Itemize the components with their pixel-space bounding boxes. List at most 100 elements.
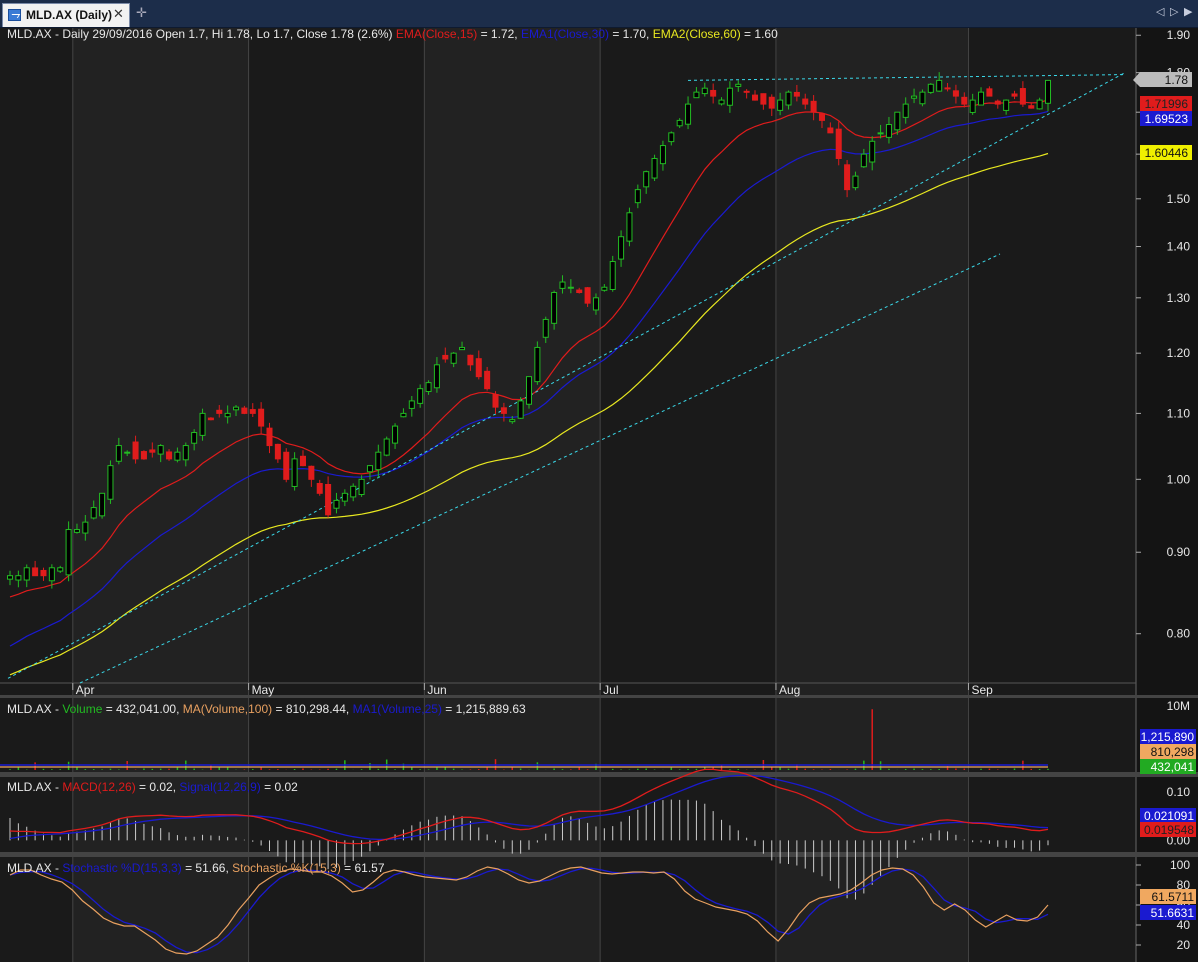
candle-up <box>894 111 901 131</box>
candle-down <box>710 89 717 97</box>
volume-tag-label: 810,298 <box>1151 745 1195 759</box>
price-tag-label: 1.60446 <box>1145 146 1189 160</box>
candle-up <box>107 465 114 500</box>
candle-down <box>241 407 248 414</box>
candle-up <box>233 406 240 411</box>
y-tick-label: 1.20 <box>1167 346 1191 360</box>
candle-up <box>676 119 683 127</box>
y-tick-label: 1.90 <box>1167 28 1191 42</box>
x-tick-label: May <box>252 683 275 697</box>
scroll-left-icon[interactable]: ◁ <box>1156 5 1164 18</box>
candle-up <box>509 419 516 423</box>
candle-down <box>166 451 173 460</box>
legend-value: = 1.72, <box>477 28 521 41</box>
legend-value: = 810,298.44, <box>272 702 352 716</box>
pane-separator <box>0 852 1198 857</box>
legend-value: = 61.57 <box>341 861 385 875</box>
candle-up <box>609 261 616 290</box>
y-tick-label: 1.30 <box>1167 291 1191 305</box>
candle-up <box>969 99 976 113</box>
candle-up <box>685 103 692 125</box>
scroll-right-icon[interactable]: ▶ <box>1184 5 1192 18</box>
candle-up <box>358 478 365 496</box>
volume-tag-label: 432,041 <box>1151 760 1195 774</box>
candle-up <box>936 79 943 92</box>
candle-down <box>584 287 591 304</box>
candle-up <box>869 140 876 163</box>
y-tick-label: 100 <box>1170 858 1190 872</box>
candle-up <box>726 87 733 106</box>
candle-up <box>425 382 432 393</box>
x-tick-label: Sep <box>971 683 993 697</box>
candle-up <box>408 400 415 409</box>
candle-down <box>140 451 147 460</box>
axis-bg-0 <box>1136 28 1198 695</box>
candle-down <box>810 100 817 113</box>
candle-up <box>115 445 122 462</box>
volume-header: MLD.AX - Volume = 432,041.00, MA(Volume,… <box>7 702 526 716</box>
candle-up <box>902 103 909 118</box>
candle-up <box>551 292 558 324</box>
candle-down <box>1011 93 1018 97</box>
x-tick-label: Jun <box>427 683 446 697</box>
candle-up <box>525 376 533 405</box>
legend-name: MA(Volume,100) <box>183 702 272 716</box>
candle-up <box>1036 99 1043 110</box>
candle-down <box>283 451 290 480</box>
legend-name: Stochastic %K(15,3) <box>232 861 341 875</box>
candle-up <box>852 175 859 189</box>
candle-down <box>986 88 993 97</box>
legend-value: = 1,215,889.63 <box>442 702 526 716</box>
close-icon[interactable]: ✕ <box>113 6 124 22</box>
candle-down <box>752 94 759 101</box>
legend-value: = 432,041.00, <box>102 702 182 716</box>
candle-up <box>174 451 181 461</box>
legend-value: = 1.70, <box>609 28 653 41</box>
candle-up <box>668 132 675 143</box>
candle-down <box>274 443 281 460</box>
month-band <box>775 28 969 695</box>
candle-up <box>978 91 985 106</box>
candle-up <box>534 346 541 383</box>
candle-up <box>559 281 566 289</box>
candle-up <box>433 364 440 389</box>
candle-up <box>400 412 407 418</box>
candle-up <box>333 499 340 509</box>
candle-up <box>592 297 599 311</box>
header-text: MLD.AX - Daily 29/09/2016 Open 1.7, Hi 1… <box>7 28 396 41</box>
candle-down <box>835 128 842 159</box>
candle-down <box>316 482 323 494</box>
candle-up <box>124 451 131 454</box>
candle-up <box>517 400 524 419</box>
legend-value: = 0.02, <box>136 780 180 794</box>
candle-up <box>57 567 64 572</box>
candle-down <box>500 407 507 414</box>
candle-up <box>375 451 382 471</box>
scroll-down-icon[interactable]: ▷ <box>1170 5 1178 18</box>
candle-down <box>827 127 834 134</box>
candle-down <box>475 358 482 378</box>
month-band <box>424 857 601 962</box>
legend-name: MA1(Volume,25) <box>353 702 442 716</box>
price-header: MLD.AX - Daily 29/09/2016 Open 1.7, Hi 1… <box>7 28 778 41</box>
legend-value: = 51.66, <box>182 861 232 875</box>
candle-up <box>99 492 106 517</box>
macd-tag-label: 0.019548 <box>1144 823 1194 837</box>
candle-down <box>266 427 273 447</box>
new-tab-icon[interactable]: ✛ <box>136 5 147 21</box>
candle-down <box>258 408 265 427</box>
candle-up <box>618 236 625 260</box>
candle-down <box>760 93 767 105</box>
candle-up <box>459 346 466 351</box>
candle-down <box>207 417 214 421</box>
chart-area[interactable]: 1.901.801.701.601.501.401.301.201.101.00… <box>0 28 1198 962</box>
y-tick-label: 0.10 <box>1167 785 1191 799</box>
candle-up <box>15 575 22 581</box>
candle-up <box>877 132 884 135</box>
candle-down <box>802 98 809 105</box>
candle-down <box>1028 105 1035 109</box>
x-tick-label: Apr <box>76 683 95 697</box>
tab-mld-ax-daily[interactable]: MLD.AX (Daily) ✕ <box>2 3 130 27</box>
tab-label: MLD.AX (Daily) <box>26 8 113 22</box>
candle-down <box>576 289 583 294</box>
